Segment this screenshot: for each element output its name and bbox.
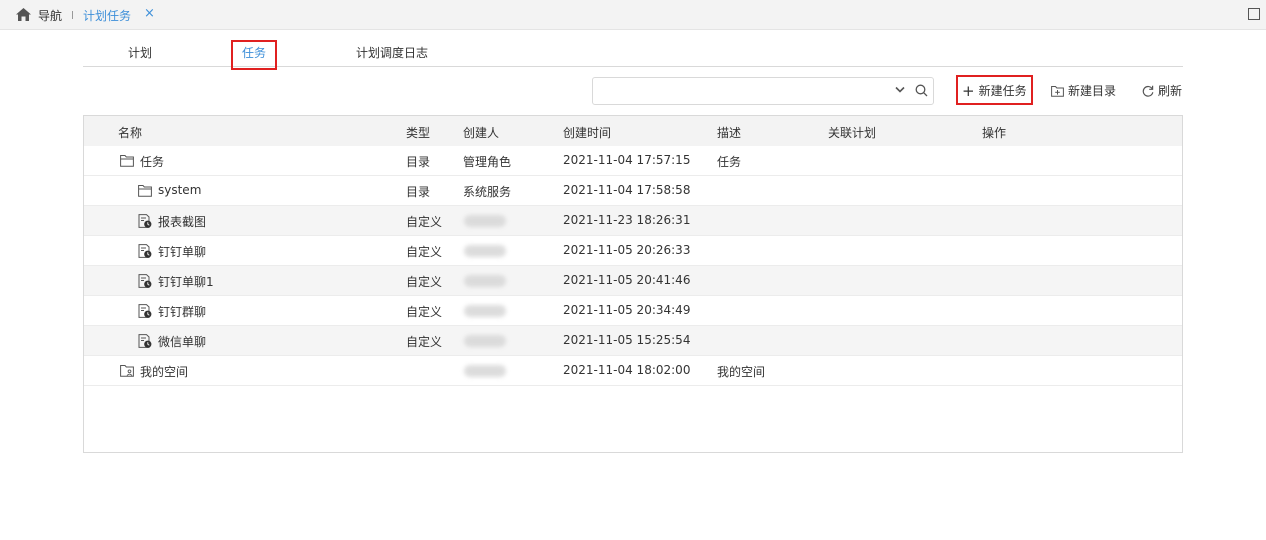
table-row[interactable]: 报表截图 自定义 2021-11-23 18:26:31 [84, 206, 1182, 236]
table-row[interactable]: 钉钉群聊 自定义 2021-11-05 20:34:49 [84, 296, 1182, 326]
redacted-creator [464, 305, 506, 317]
row-created-time: 2021-11-04 17:58:58 [563, 183, 691, 197]
redacted-creator [464, 215, 506, 227]
nav-label[interactable]: 导航 [38, 7, 62, 24]
column-header-creator[interactable]: 创建人 [463, 124, 499, 141]
highlight-frame-new-task [956, 75, 1033, 105]
table-header: 名称 类型 创建人 创建时间 描述 关联计划 操作 [84, 116, 1182, 146]
add-folder-icon [1051, 85, 1064, 97]
top-navigation-bar: 导航 计划任务 × [0, 0, 1266, 30]
row-created-time: 2021-11-05 15:25:54 [563, 333, 691, 347]
folder-icon [138, 185, 152, 197]
subtab-schedule-log[interactable]: 计划调度日志 [356, 44, 428, 61]
row-created-time: 2021-11-05 20:34:49 [563, 303, 691, 317]
refresh-label: 刷新 [1158, 84, 1183, 98]
redacted-creator [464, 365, 506, 377]
row-creator: 系统服务 [463, 185, 512, 199]
nav-divider [72, 11, 73, 19]
row-name[interactable]: 我的空间 [140, 363, 188, 380]
row-type: 自定义 [406, 215, 443, 229]
row-type: 自定义 [406, 275, 443, 289]
redacted-creator [464, 275, 506, 287]
row-created-time: 2021-11-23 18:26:31 [563, 213, 691, 227]
row-name[interactable]: system [158, 183, 201, 197]
row-name[interactable]: 微信单聊 [158, 333, 206, 350]
refresh-icon [1142, 85, 1154, 97]
redacted-creator [464, 245, 506, 257]
subtab-plan[interactable]: 计划 [128, 44, 152, 61]
row-name[interactable]: 任务 [140, 153, 164, 170]
search-input[interactable] [599, 82, 879, 100]
table-row[interactable]: 钉钉单聊 自定义 2021-11-05 20:26:33 [84, 236, 1182, 266]
row-created-time: 2021-11-05 20:26:33 [563, 243, 691, 257]
task-table: 名称 类型 创建人 创建时间 描述 关联计划 操作 任务 目录 管理角色 2021-1… [83, 115, 1183, 453]
row-created-time: 2021-11-04 18:02:00 [563, 363, 691, 377]
redacted-creator [464, 335, 506, 347]
column-header-description[interactable]: 描述 [717, 124, 741, 141]
new-directory-label: 新建目录 [1068, 84, 1117, 98]
table-row[interactable]: 我的空间 2021-11-04 18:02:00 我的空间 [84, 356, 1182, 386]
column-header-linked-plan[interactable]: 关联计划 [828, 124, 876, 141]
row-name[interactable]: 钉钉单聊 [158, 243, 206, 260]
chevron-down-icon[interactable] [895, 86, 905, 94]
row-type: 目录 [406, 155, 431, 169]
new-directory-button[interactable]: 新建目录 [1051, 82, 1116, 99]
column-header-name[interactable]: 名称 [118, 124, 142, 141]
row-type: 目录 [406, 185, 431, 199]
task-file-icon [138, 244, 152, 258]
search-icon[interactable] [915, 84, 928, 97]
row-description: 任务 [717, 155, 742, 169]
row-type: 自定义 [406, 245, 443, 259]
refresh-button[interactable]: 刷新 [1142, 82, 1182, 99]
table-row[interactable]: system 目录 系统服务 2021-11-04 17:58:58 [84, 176, 1182, 206]
row-type: 自定义 [406, 305, 443, 319]
table-row[interactable]: 任务 目录 管理角色 2021-11-04 17:57:15 任务 [84, 146, 1182, 176]
column-header-operations: 操作 [982, 126, 1007, 140]
home-icon[interactable] [16, 8, 31, 21]
row-name[interactable]: 报表截图 [158, 213, 206, 230]
table-row[interactable]: 微信单聊 自定义 2021-11-05 15:25:54 [84, 326, 1182, 356]
task-file-icon [138, 304, 152, 318]
task-file-icon [138, 214, 152, 228]
row-type: 自定义 [406, 335, 443, 349]
folder-icon [120, 155, 134, 167]
row-name[interactable]: 钉钉单聊1 [158, 273, 214, 290]
column-header-type[interactable]: 类型 [406, 124, 430, 141]
row-created-time: 2021-11-04 17:57:15 [563, 153, 691, 167]
highlight-frame-task-tab [231, 40, 277, 70]
row-created-time: 2021-11-05 20:41:46 [563, 273, 691, 287]
row-name[interactable]: 钉钉群聊 [158, 303, 206, 320]
user-folder-icon [120, 365, 134, 377]
table-row[interactable]: 钉钉单聊1 自定义 2021-11-05 20:41:46 [84, 266, 1182, 296]
row-description: 我的空间 [717, 365, 766, 379]
search-box[interactable] [592, 77, 934, 105]
task-file-icon [138, 274, 152, 288]
column-header-created[interactable]: 创建时间 [563, 124, 611, 141]
maximize-icon[interactable] [1248, 8, 1260, 20]
row-creator: 管理角色 [463, 155, 512, 169]
close-icon[interactable]: × [144, 6, 155, 21]
tab-scheduled-tasks[interactable]: 计划任务 [83, 7, 131, 24]
task-file-icon [138, 334, 152, 348]
